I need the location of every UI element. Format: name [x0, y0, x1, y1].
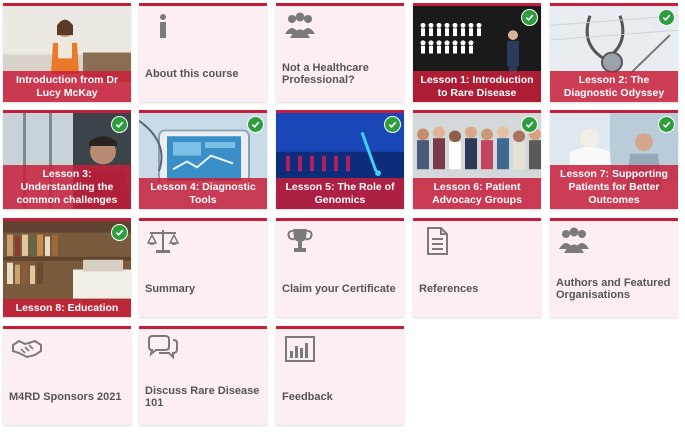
- handshake-icon: [11, 335, 43, 363]
- complete-check-icon: [521, 116, 538, 133]
- info-icon: [147, 12, 179, 40]
- complete-check-icon: [384, 116, 401, 133]
- tile-lesson-8[interactable]: Lesson 8: Education: [3, 218, 131, 317]
- tile-authors[interactable]: Authors and Featured Organisations: [550, 218, 678, 317]
- tile-label: Claim your Certificate: [282, 283, 396, 295]
- tile-lesson-1[interactable]: Lesson 1: Introduction to Rare Disease: [413, 3, 541, 102]
- tile-label: Discuss Rare Disease 101: [145, 385, 260, 409]
- tile-caption: Lesson 8: Education: [3, 299, 131, 317]
- document-icon: [421, 227, 453, 255]
- complete-check-icon: [111, 116, 128, 133]
- tile-caption: Lesson 7: Supporting Patients for Better…: [550, 165, 678, 209]
- tile-intro[interactable]: Introduction from Dr Lucy McKay: [3, 3, 131, 102]
- tile-label: Summary: [145, 283, 196, 295]
- tile-references[interactable]: References: [413, 218, 541, 317]
- tile-label: M4RD Sponsors 2021: [9, 391, 122, 403]
- tile-lesson-3[interactable]: Lesson 3: Understanding the common chall…: [3, 110, 131, 209]
- complete-check-icon: [247, 116, 264, 133]
- group-icon: [558, 227, 590, 255]
- tile-label: About this course: [145, 68, 239, 80]
- people-icon: [284, 12, 316, 40]
- tile-label: Feedback: [282, 391, 333, 403]
- tile-lesson-7[interactable]: Lesson 7: Supporting Patients for Better…: [550, 110, 678, 209]
- tile-lesson-4[interactable]: Lesson 4: Diagnostic Tools: [139, 110, 267, 209]
- tile-lesson-6[interactable]: Lesson 6: Patient Advocacy Groups: [413, 110, 541, 209]
- tile-discuss[interactable]: Discuss Rare Disease 101: [139, 326, 267, 425]
- tile-label: Not a Healthcare Professional?: [282, 62, 369, 86]
- complete-check-icon: [111, 224, 128, 241]
- tile-caption: Lesson 5: The Role of Genomics: [276, 178, 404, 209]
- tile-lesson-5[interactable]: Lesson 5: The Role of Genomics: [276, 110, 404, 209]
- bar-chart-icon: [284, 335, 316, 363]
- tile-summary[interactable]: Summary: [139, 218, 267, 317]
- tile-feedback[interactable]: Feedback: [276, 326, 404, 425]
- tile-caption: Lesson 4: Diagnostic Tools: [139, 178, 267, 209]
- tile-label: References: [419, 283, 479, 295]
- tile-lesson-2[interactable]: Lesson 2: The Diagnostic Odyssey: [550, 3, 678, 102]
- complete-check-icon: [658, 116, 675, 133]
- tile-caption: Lesson 6: Patient Advocacy Groups: [413, 178, 541, 209]
- tile-caption: Lesson 1: Introduction to Rare Disease: [413, 71, 541, 102]
- tile-label: Authors and Featured Organisations: [556, 277, 671, 301]
- scales-icon: [147, 227, 179, 255]
- tile-caption: Lesson 3: Understanding the common chall…: [3, 165, 131, 209]
- chat-icon: [147, 335, 179, 363]
- tile-certificate[interactable]: Claim your Certificate: [276, 218, 404, 317]
- tile-sponsors[interactable]: M4RD Sponsors 2021: [3, 326, 131, 425]
- complete-check-icon: [658, 9, 675, 26]
- trophy-icon: [284, 227, 316, 255]
- tile-about[interactable]: About this course: [139, 3, 267, 102]
- tile-caption: Lesson 2: The Diagnostic Odyssey: [550, 71, 678, 102]
- tile-not-hcp[interactable]: Not a Healthcare Professional?: [276, 3, 404, 102]
- tile-caption: Introduction from Dr Lucy McKay: [3, 71, 131, 102]
- complete-check-icon: [521, 9, 538, 26]
